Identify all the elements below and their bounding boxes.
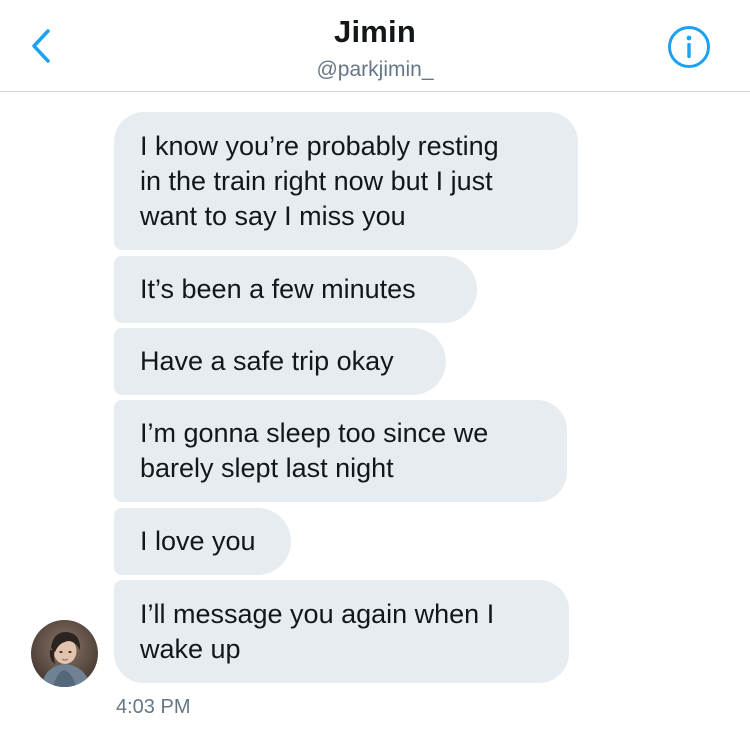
message-bubble[interactable]: Have a safe trip okay (114, 328, 446, 395)
message-bubble[interactable]: I’m gonna sleep too since we barely slep… (114, 400, 567, 502)
conversation-header: Jimin @parkjimin_ (0, 0, 750, 92)
message-text: It’s been a few minutes (140, 274, 416, 304)
message-text: I know you’re probably resting in the tr… (140, 130, 499, 231)
message-text: I’m gonna sleep too since we barely slep… (140, 418, 489, 483)
avatar[interactable] (31, 620, 98, 687)
profile-photo-icon (31, 620, 98, 687)
info-button[interactable] (667, 25, 711, 69)
message-timestamp: 4:03 PM (116, 696, 191, 718)
message-text: I love you (140, 526, 256, 556)
message-bubble[interactable]: I’ll message you again when I wake up (114, 580, 569, 683)
info-icon (668, 26, 710, 68)
conversation-title: Jimin (334, 14, 416, 49)
message-bubble[interactable]: I know you’re probably resting in the tr… (114, 112, 578, 250)
message-bubble[interactable]: I love you (114, 508, 291, 575)
conversation-handle: @parkjimin_ (316, 58, 434, 81)
message-text: I’ll message you again when I wake up (140, 598, 495, 664)
message-bubble[interactable]: It’s been a few minutes (114, 256, 477, 323)
message-text: Have a safe trip okay (140, 346, 394, 376)
